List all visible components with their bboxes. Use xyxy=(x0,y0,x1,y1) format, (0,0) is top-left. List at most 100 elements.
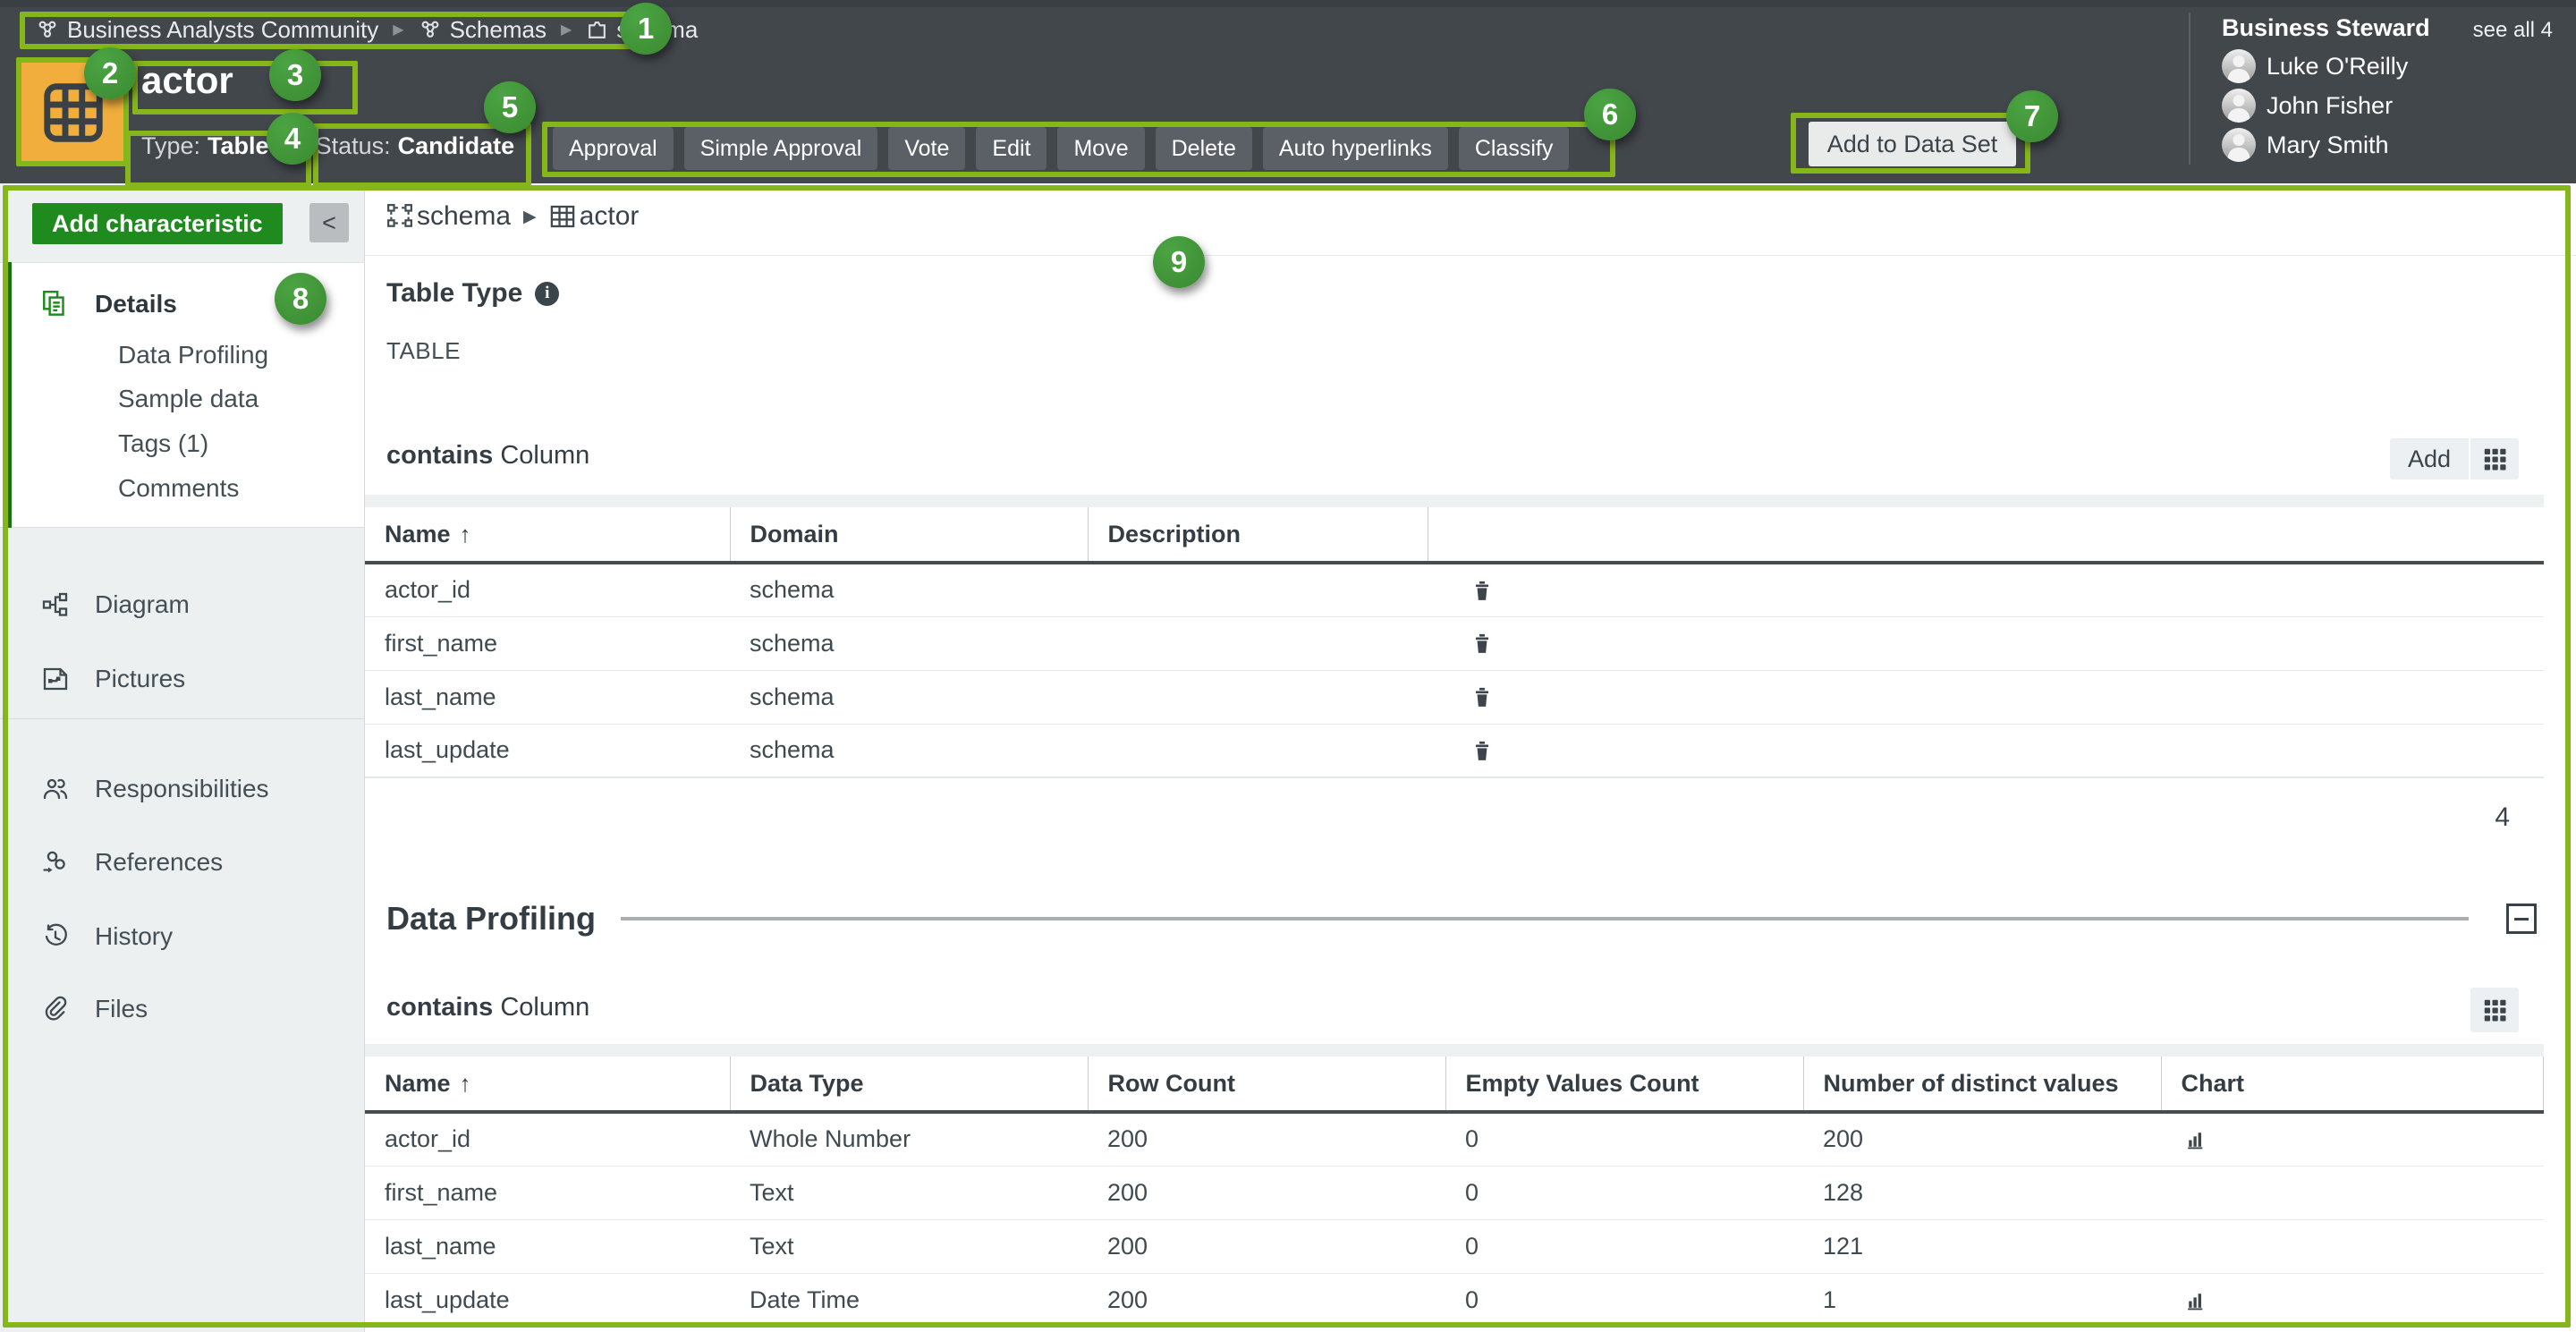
info-icon[interactable]: i xyxy=(535,282,559,306)
sidebar-item-label: Comments xyxy=(118,474,239,503)
page-title: actor xyxy=(141,59,233,102)
profiling-table: Name↑ Data Type Row Count Empty Values C… xyxy=(365,1056,2544,1327)
sidebar-item-tags[interactable]: Tags (1) xyxy=(0,419,364,469)
breadcrumb-parent-link[interactable]: schema xyxy=(417,201,511,232)
cell-distinct-values: 128 xyxy=(1803,1166,2161,1219)
sidebar-item-label: Files xyxy=(95,995,148,1023)
relation-entity: Column xyxy=(500,993,589,1022)
add-to-dataset-button[interactable]: Add to Data Set xyxy=(1809,122,2016,166)
sidebar-item-diagram[interactable]: Diagram xyxy=(0,580,364,630)
workflow-action-button[interactable]: Move xyxy=(1057,127,1144,170)
add-characteristic-button[interactable]: Add characteristic xyxy=(32,203,283,244)
collapse-section-button[interactable] xyxy=(2506,904,2537,934)
sidebar-item-responsibilities[interactable]: Responsibilities xyxy=(0,764,364,814)
link-icon xyxy=(39,848,72,877)
contains-column-heading-profiling: contains Column xyxy=(386,993,589,1022)
trash-icon[interactable] xyxy=(1470,685,2544,708)
add-column-button[interactable]: Add xyxy=(2390,438,2469,479)
domain-icon xyxy=(586,19,608,41)
breadcrumb-item-schemas[interactable]: Schemas xyxy=(419,16,547,44)
table-row: first_name schema xyxy=(365,616,2544,670)
breadcrumb-item-community[interactable]: Business Analysts Community xyxy=(36,16,378,44)
sidebar-item-files[interactable]: Files xyxy=(0,984,364,1034)
chevron-right-icon: ▶ xyxy=(561,21,572,38)
see-all-link[interactable]: see all 4 xyxy=(2473,18,2553,43)
sidebar-active-indicator xyxy=(5,262,12,528)
sidebar-item-comments[interactable]: Comments xyxy=(0,463,364,513)
sidebar-item-data-profiling[interactable]: Data Profiling xyxy=(0,330,364,380)
workflow-action-button[interactable]: Auto hyperlinks xyxy=(1263,127,1448,170)
workflow-action-button[interactable]: Delete xyxy=(1156,127,1252,170)
column-header-chart[interactable]: Chart xyxy=(2161,1056,2544,1112)
cell-distinct-values: 1 xyxy=(1803,1273,2161,1327)
cell-empty-values: 0 xyxy=(1445,1273,1803,1327)
type-label: Type: xyxy=(141,132,200,160)
column-header-distinct-values[interactable]: Number of distinct values xyxy=(1803,1056,2161,1112)
sidebar-collapse-button[interactable]: < xyxy=(309,203,349,242)
community-icon xyxy=(36,18,59,41)
cell-name: first_name xyxy=(365,616,730,670)
table-row: actor_id schema xyxy=(365,563,2544,616)
workflow-action-button[interactable]: Classify xyxy=(1459,127,1570,170)
sidebar-item-history[interactable]: History xyxy=(0,912,364,962)
sidebar-item-details[interactable]: Details xyxy=(0,279,364,329)
trash-icon[interactable] xyxy=(1470,632,2544,655)
cell-empty-values: 0 xyxy=(1445,1219,1803,1273)
cell-row-count: 200 xyxy=(1088,1166,1445,1219)
workflow-action-button[interactable]: Vote xyxy=(888,127,965,170)
steward-row[interactable]: John Fisher xyxy=(2222,88,2408,123)
sidebar-item-references[interactable]: References xyxy=(0,837,364,887)
column-header-name[interactable]: Name↑ xyxy=(365,1056,730,1112)
type-value: Table xyxy=(208,132,269,160)
column-header-domain[interactable]: Domain xyxy=(730,507,1088,563)
cell-description xyxy=(1088,724,1428,777)
paperclip-icon xyxy=(39,995,72,1023)
cell-distinct-values: 200 xyxy=(1803,1112,2161,1166)
sidebar-divider xyxy=(0,718,364,719)
people-icon xyxy=(39,775,72,803)
table-view-grid-icon[interactable] xyxy=(2470,988,2519,1032)
sidebar-item-sample-data[interactable]: Sample data xyxy=(0,374,364,424)
bar-chart-icon[interactable] xyxy=(2184,1128,2544,1150)
cell-actions xyxy=(1428,616,2544,670)
breadcrumb-label: schema xyxy=(616,16,698,44)
content-breadcrumb: schema ▶ actor xyxy=(386,201,639,232)
section-rule xyxy=(621,917,2469,921)
sidebar-item-pictures[interactable]: Pictures xyxy=(0,654,364,704)
table-view-grid-icon[interactable] xyxy=(2470,438,2519,479)
cell-data-type: Text xyxy=(730,1219,1088,1273)
column-header-row-count[interactable]: Row Count xyxy=(1088,1056,1445,1112)
avatar xyxy=(2222,128,2256,162)
column-header-name[interactable]: Name↑ xyxy=(365,507,730,563)
steward-row[interactable]: Luke O'Reilly xyxy=(2222,48,2408,84)
workflow-action-button[interactable]: Edit xyxy=(976,127,1046,170)
table-type-heading: Table Type i xyxy=(386,278,559,309)
cell-data-type: Date Time xyxy=(730,1273,1088,1327)
column-header-data-type[interactable]: Data Type xyxy=(730,1056,1088,1112)
cell-chart xyxy=(2161,1273,2544,1327)
cell-empty-values: 0 xyxy=(1445,1112,1803,1166)
history-clock-icon xyxy=(39,922,72,951)
relation-prefix: contains xyxy=(386,441,493,470)
community-icon xyxy=(419,18,442,41)
breadcrumb-item-schema[interactable]: schema xyxy=(586,16,698,44)
row-count: 4 xyxy=(2495,802,2510,833)
bar-chart-icon[interactable] xyxy=(2184,1289,2544,1311)
column-header-empty-values[interactable]: Empty Values Count xyxy=(1445,1056,1803,1112)
column-header-description[interactable]: Description xyxy=(1088,507,1428,563)
trash-icon[interactable] xyxy=(1470,579,2544,602)
cell-actions xyxy=(1428,670,2544,724)
status-value: Candidate xyxy=(398,132,515,160)
workflow-action-button[interactable]: Simple Approval xyxy=(684,127,878,170)
breadcrumb-label: Business Analysts Community xyxy=(67,16,378,44)
status-label: Status: xyxy=(316,132,391,160)
data-profiling-heading: Data Profiling xyxy=(386,899,2469,938)
cell-row-count: 200 xyxy=(1088,1273,1445,1327)
table-toolbar: Add xyxy=(2390,438,2519,479)
trash-icon[interactable] xyxy=(1470,739,2544,762)
avatar xyxy=(2222,89,2256,123)
table-grid-icon xyxy=(41,81,106,145)
cell-distinct-values: 121 xyxy=(1803,1219,2161,1273)
steward-row[interactable]: Mary Smith xyxy=(2222,127,2408,163)
workflow-action-button[interactable]: Approval xyxy=(553,127,674,170)
